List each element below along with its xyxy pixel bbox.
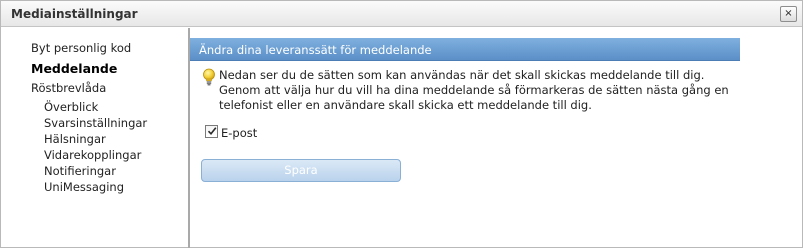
sidebar-subitem-overblick[interactable]: Överblick <box>44 100 98 114</box>
vertical-divider <box>188 28 190 248</box>
info-text-line-3: telefonist eller en användare skall skic… <box>219 98 592 112</box>
info-text-line-1: Nedan ser du de sätten som kan användas … <box>219 68 705 82</box>
sidebar-subitem-vidarekopplingar[interactable]: Vidarekopplingar <box>44 148 141 162</box>
settings-window: Mediainställningar × Byt personlig kod M… <box>0 0 803 248</box>
sidebar-subitem-svarsinstallningar[interactable]: Svarsinställningar <box>44 116 147 130</box>
email-checkbox-label[interactable]: E-post <box>221 126 257 140</box>
email-checkbox[interactable] <box>205 125 218 138</box>
sidebar-item-byt-personlig-kod[interactable]: Byt personlig kod <box>31 41 131 55</box>
sidebar-item-rostbrevlada[interactable]: Röstbrevlåda <box>31 81 106 95</box>
panel-header: Ändra dina leveranssätt för meddelande <box>190 38 740 61</box>
sidebar-subitem-unimessaging[interactable]: UniMessaging <box>44 180 124 194</box>
close-button[interactable]: × <box>780 6 797 22</box>
sidebar-item-meddelande[interactable]: Meddelande <box>31 61 117 76</box>
window-title: Mediainställningar <box>11 7 138 21</box>
sidebar-nav: Byt personlig kod Meddelande Röstbrevlåd… <box>1 28 188 248</box>
checkmark-icon <box>207 127 217 136</box>
title-bar: Mediainställningar × <box>1 1 802 27</box>
lightbulb-icon <box>203 68 215 86</box>
panel-title: Ändra dina leveranssätt för meddelande <box>199 43 432 57</box>
info-text-line-2: Genom att välja hur du vill ha dina medd… <box>219 83 729 97</box>
save-button[interactable]: Spara <box>201 159 401 182</box>
sidebar-subitem-halsningar[interactable]: Hälsningar <box>44 132 106 146</box>
sidebar-subitem-notifieringar[interactable]: Notifieringar <box>44 164 116 178</box>
